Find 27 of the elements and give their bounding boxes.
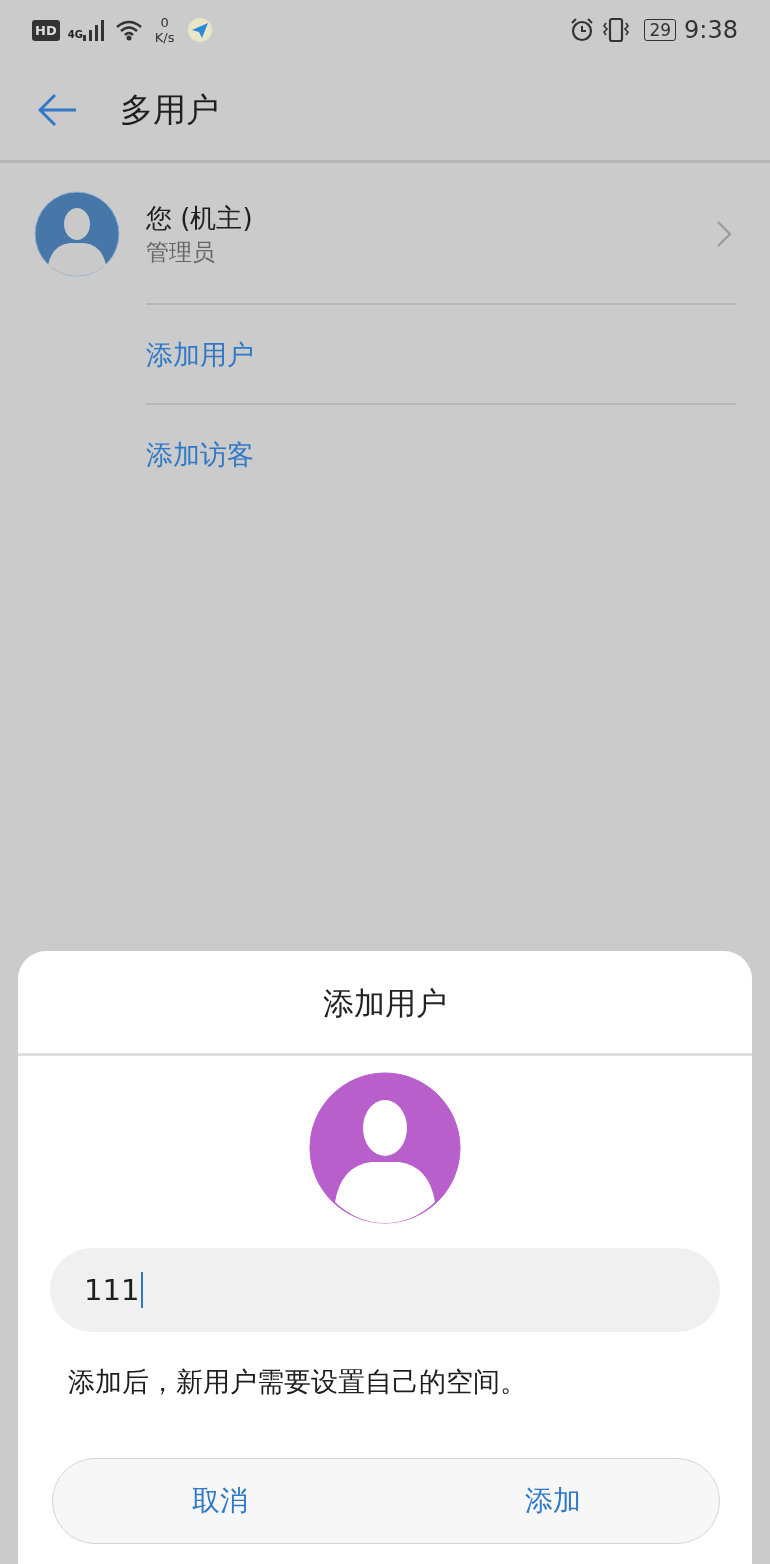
dialog-title: 添加用户 [323, 984, 447, 1023]
menu-link[interactable]: 添加访客 [146, 405, 254, 503]
menu-link[interactable]: 添加用户 [146, 305, 254, 403]
speed-value: 0 [160, 15, 169, 30]
dialog-message: 添加后，新用户需要设置自己的空间。 [68, 1365, 527, 1399]
avatar-icon [309, 1072, 461, 1224]
back-button[interactable] [38, 93, 78, 127]
paper-plane-icon [186, 17, 213, 43]
signal-icon [82, 19, 107, 41]
clock-time: 9:38 [684, 16, 738, 44]
user-name: 您 (机主) [146, 202, 254, 235]
hd-badge: HD [32, 19, 60, 41]
speed-unit: K/s [154, 30, 175, 45]
dialog-button[interactable]: 添加 [386, 1459, 719, 1543]
back-arrow-icon [38, 93, 78, 127]
vibrate-icon [602, 17, 631, 43]
page-title: 多用户 [120, 88, 219, 131]
alarm-icon [570, 18, 595, 42]
name-field[interactable]: 111 [50, 1248, 720, 1332]
dialog-button[interactable]: 取消 [53, 1459, 386, 1543]
network-type: 4G [67, 29, 83, 40]
wifi-icon [114, 19, 143, 41]
user-role: 管理员 [146, 238, 216, 267]
chevron-right-icon [716, 220, 732, 248]
battery-level: 29 [644, 19, 677, 41]
avatar-icon [34, 191, 120, 277]
owner-user-row[interactable]: 您 (机主) 管理员 [0, 163, 770, 303]
